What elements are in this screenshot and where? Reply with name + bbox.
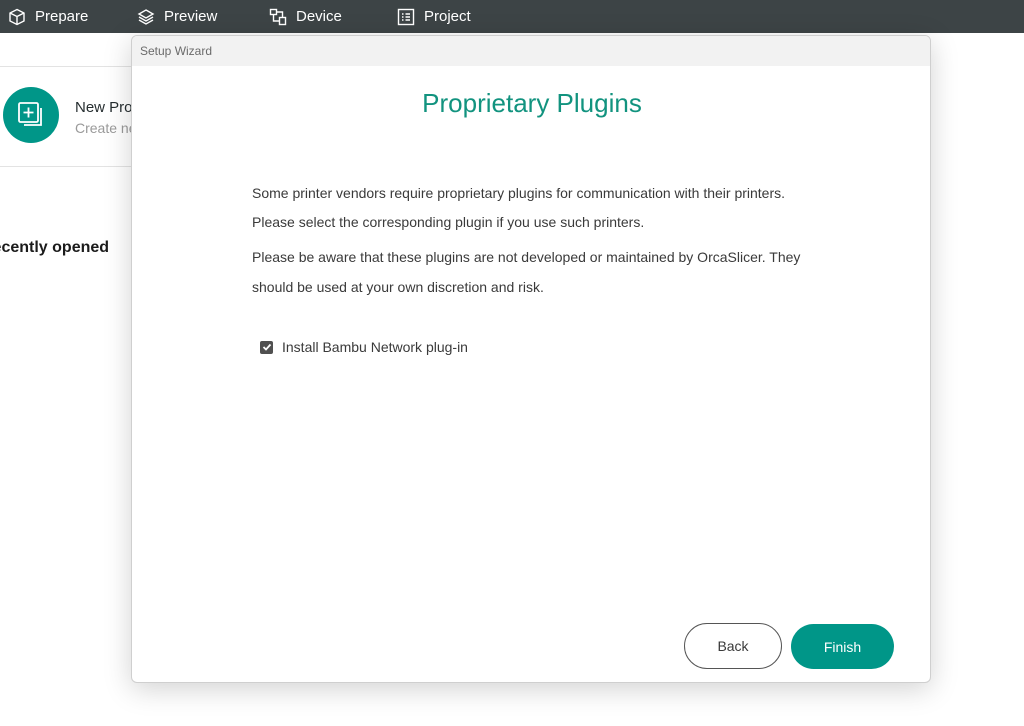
tab-prepare-label: Prepare <box>35 8 89 25</box>
new-project-title[interactable]: New Project <box>75 99 132 116</box>
description-line: Please select the corresponding plugin i… <box>252 214 645 230</box>
recent-projects-heading: Recently opened <box>0 239 110 256</box>
divider <box>0 66 132 67</box>
list-icon <box>397 8 415 26</box>
tab-project[interactable]: Project <box>397 0 471 33</box>
tab-preview[interactable]: Preview <box>137 0 217 33</box>
home-left-panel: New Project Create new project Recently … <box>0 33 132 726</box>
back-button[interactable]: Back <box>684 623 782 669</box>
setup-wizard-dialog: Setup Wizard Proprietary Plugins Some pr… <box>131 35 931 683</box>
layers-icon <box>137 8 155 26</box>
tab-device-label: Device <box>296 8 342 25</box>
finish-button[interactable]: Finish <box>791 624 894 669</box>
new-project-button[interactable] <box>3 87 59 143</box>
dialog-titlebar: Setup Wizard <box>132 36 930 66</box>
main-toolbar: Prepare Preview Device Project <box>0 0 1024 33</box>
device-icon <box>269 8 287 26</box>
checkmark-icon <box>262 343 271 351</box>
tab-preview-label: Preview <box>164 8 218 25</box>
cube-icon <box>8 8 26 26</box>
tab-project-label: Project <box>424 8 471 25</box>
description-line: Some printer vendors require proprietary… <box>252 185 786 201</box>
new-project-icon <box>18 102 42 126</box>
tab-device[interactable]: Device <box>269 0 342 33</box>
install-plugin-checkbox-row[interactable]: Install Bambu Network plug-in <box>260 339 468 355</box>
description-line: Please be aware that these plugins are n… <box>252 249 801 295</box>
dialog-heading: Proprietary Plugins <box>422 88 642 118</box>
divider <box>0 166 132 167</box>
tab-prepare[interactable]: Prepare <box>8 0 88 33</box>
install-plugin-checkbox[interactable] <box>260 340 273 354</box>
new-project-subtitle: Create new project <box>75 120 132 136</box>
install-plugin-label[interactable]: Install Bambu Network plug-in <box>282 339 468 355</box>
